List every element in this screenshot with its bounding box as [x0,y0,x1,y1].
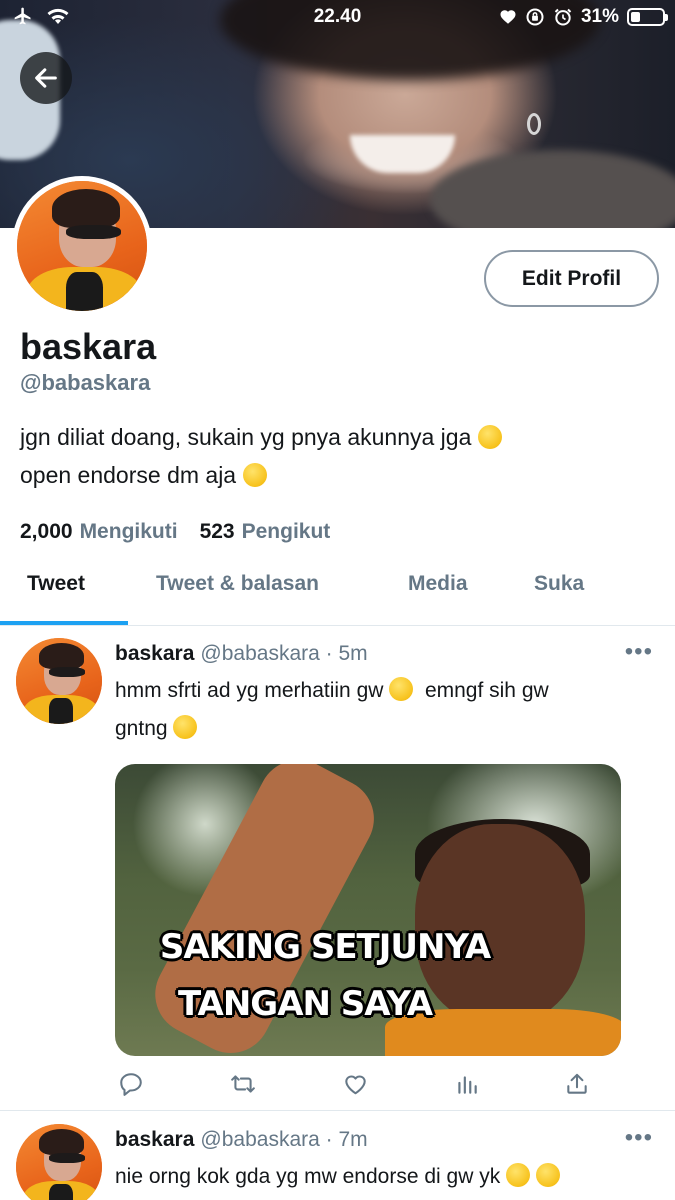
smiling-face-emoji-icon [535,1163,560,1187]
tab-tweet-and-replies[interactable]: Tweet & balasan [156,572,319,596]
profile-bio: jgn diliat doang, sukain yg pnya akunnya… [20,418,502,494]
battery-fill [631,12,641,22]
back-button[interactable] [20,52,72,104]
tweet-text-line-1b: emngf sih gw [424,679,549,702]
following-count: 2,000 [20,520,73,543]
rotation-lock-icon [526,8,544,26]
retweet-icon[interactable] [227,1068,259,1100]
tweet-text-line-1: hmm sfrti ad yg merhatiin gw [115,679,384,702]
reply-icon[interactable] [115,1068,147,1100]
avatar-image [17,181,147,311]
profile-avatar[interactable] [12,176,152,316]
more-icon[interactable]: ••• [625,638,653,666]
tweet-actions [115,1068,590,1100]
tweet-author-name[interactable]: baskara [115,1128,194,1151]
banner-smile-shape [350,135,455,173]
crying-face-emoji-icon [506,1163,531,1187]
profile-handle: @babaskara [20,370,151,395]
followers-label: Pengikut [241,520,331,543]
banner-earring-shape [527,113,541,135]
zany-face-emoji-icon [477,425,502,449]
tweet-avatar[interactable] [16,1124,102,1200]
battery-icon [627,8,668,26]
more-icon[interactable]: ••• [625,1124,653,1152]
tweet-text-line-1: nie orng kok gda yg mw endorse di gw yk [115,1165,501,1188]
smiling-face-emoji-icon [242,463,267,487]
tweet-meta: @babaskara · 7m [200,1128,368,1151]
following-label: Mengikuti [79,520,178,543]
heart-icon[interactable] [339,1068,371,1100]
tweet-media-image[interactable]: SAKING SETJUNYA TANGAN SAYA [115,764,621,1056]
tweet-text: hmm sfrti ad yg merhatiin gw emngf sih g… [115,672,645,748]
tweet-header: baskara @babaskara · 7m [115,1128,368,1152]
profile-tabs: Tweet Tweet & balasan Media Suka [0,560,675,626]
followers-link[interactable]: 523 Pengikut [200,520,331,544]
battery-percent: 31% [580,6,619,27]
media-caption-line-1: SAKING SETJUNYA [159,927,491,967]
tweet-divider [0,1110,675,1111]
media-caption-line-2: TANGAN SAYA [177,984,433,1024]
thinking-face-emoji-icon [389,677,414,701]
bio-line-2: open endorse dm aja [20,456,502,494]
arrow-left-icon [35,68,57,88]
tweet-author-name[interactable]: baskara [115,642,194,665]
tweet-text: nie orng kok gda yg mw endorse di gw yk [115,1158,645,1196]
tab-likes[interactable]: Suka [534,572,584,596]
alarm-icon [554,8,572,26]
tab-tweet[interactable]: Tweet [27,572,85,596]
active-tab-indicator [0,621,128,625]
follow-stats: 2,000 Mengikuti 523 Pengikut [20,520,330,544]
tweet-meta: @babaskara · 5m [200,642,368,665]
followers-count: 523 [199,520,235,543]
tweet-header: baskara @babaskara · 5m [115,642,368,666]
profile-display-name: baskara [20,326,157,367]
status-right: 31% [499,6,668,28]
heart-status-icon [500,10,516,24]
zany-face-emoji-icon [173,715,198,739]
banner-shoulder-shape [430,150,675,228]
bio-line-1-text: jgn diliat doang, sukain yg pnya akunnya… [20,424,472,450]
share-icon[interactable] [561,1068,593,1100]
status-bar: 22.40 31% [0,0,675,34]
bio-line-1: jgn diliat doang, sukain yg pnya akunnya… [20,418,502,456]
tab-media[interactable]: Media [408,572,468,596]
bio-line-2-text: open endorse dm aja [20,462,237,488]
edit-profile-button[interactable]: Edit Profil [484,250,659,307]
following-link[interactable]: 2,000 Mengikuti [20,520,178,544]
tweet-avatar[interactable] [16,638,102,724]
tweet-text-line-2: gntng [115,717,168,740]
analytics-icon[interactable] [451,1068,483,1100]
